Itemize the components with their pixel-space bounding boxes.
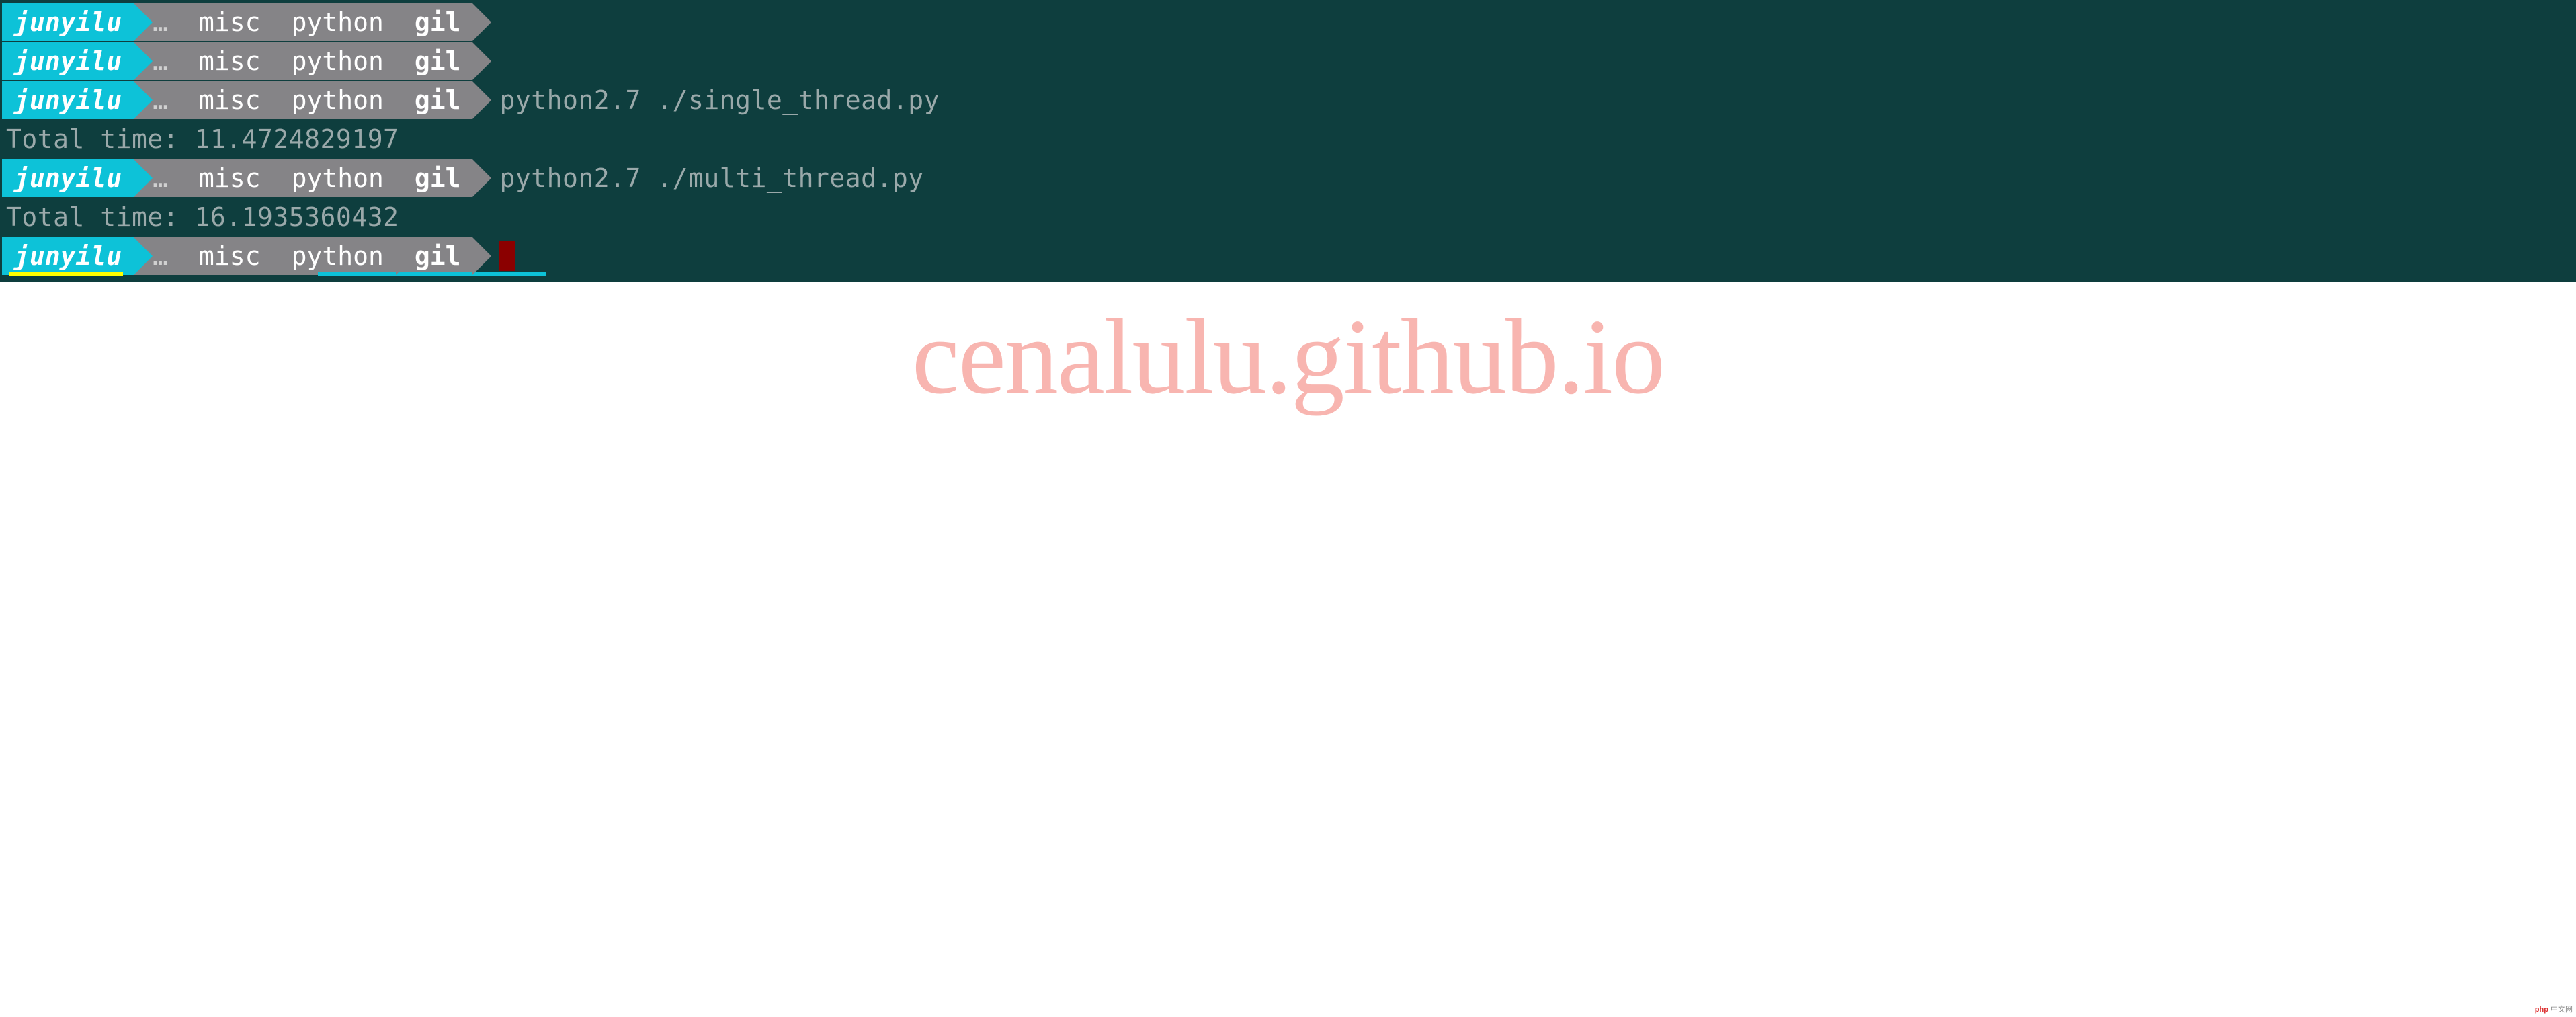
prompt-line-with-command: junyilu … misc python gil python2.7 ./mu… — [2, 159, 2574, 197]
prompt-user-segment: junyilu — [2, 81, 134, 119]
terminal-window: junyilu … misc python gil junyilu … misc… — [0, 0, 2576, 282]
cursor-icon — [499, 241, 515, 271]
footer-brand: php 中文网 — [2535, 1006, 2573, 1014]
prompt-user-segment: junyilu — [2, 42, 134, 80]
footer-logo-icon: php — [2535, 1006, 2548, 1014]
output-line: Total time: 11.4724829197 — [2, 120, 2574, 158]
underline-yellow — [9, 272, 123, 276]
command-text[interactable]: python2.7 ./single_thread.py — [472, 81, 940, 119]
footer-brand-text: 中文网 — [2550, 1006, 2573, 1014]
prompt-line-with-command: junyilu … misc python gil python2.7 ./si… — [2, 81, 2574, 119]
command-text[interactable]: python2.7 ./multi_thread.py — [472, 159, 923, 197]
prompt-line-active[interactable]: junyilu … misc python gil — [2, 237, 2574, 275]
prompt-user-segment: junyilu — [2, 159, 134, 197]
prompt-line: junyilu … misc python gil — [2, 42, 2574, 80]
underline-cyan — [318, 272, 546, 276]
output-line: Total time: 16.1935360432 — [2, 198, 2574, 236]
prompt-user-segment: junyilu — [2, 3, 134, 41]
watermark-text: cenalulu.github.io — [0, 282, 2576, 417]
prompt-user-segment: junyilu — [2, 237, 134, 275]
decorative-underline — [2, 276, 2574, 280]
prompt-line: junyilu … misc python gil — [2, 3, 2574, 41]
